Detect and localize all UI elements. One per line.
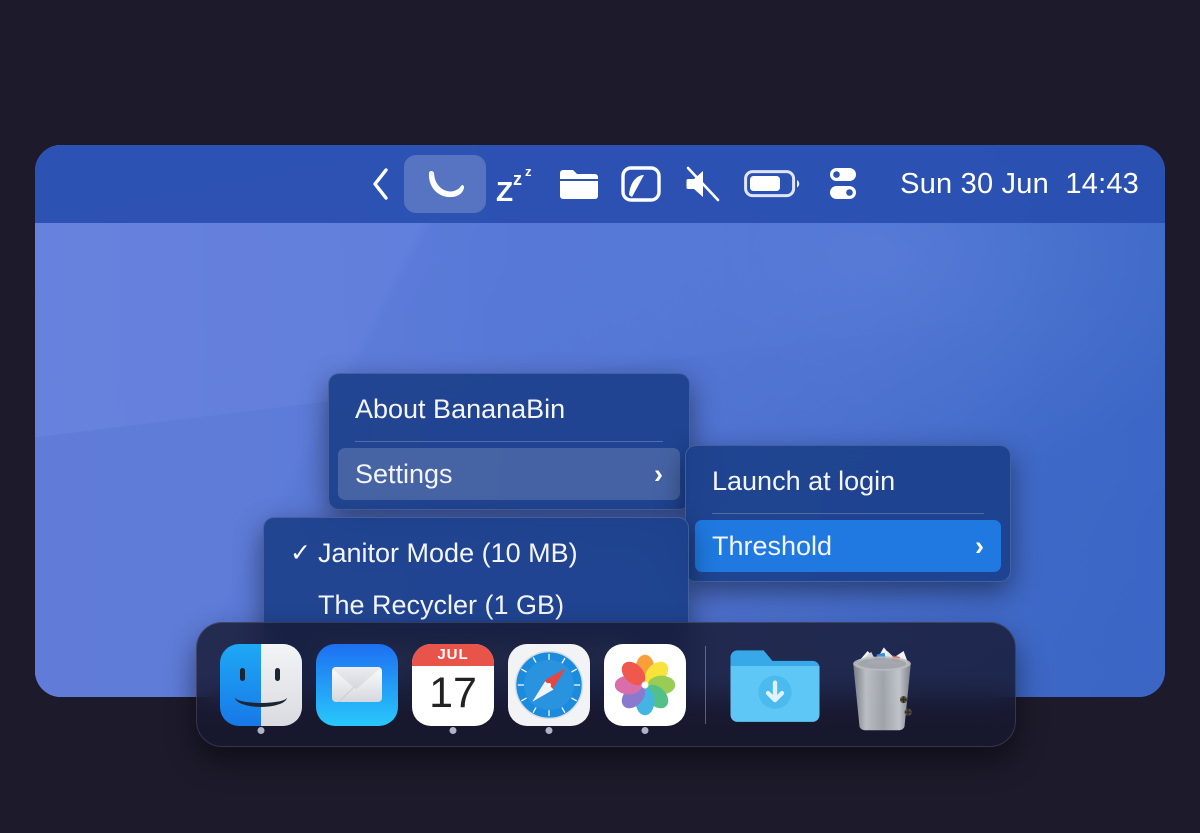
folder-icon[interactable] [548, 153, 610, 215]
dock-item-mail[interactable] [309, 623, 405, 746]
menu-item-launch-at-login[interactable]: Launch at login [695, 455, 1001, 507]
checkmark-icon-placeholder: ✓ [290, 590, 318, 620]
checkmark-icon: ✓ [290, 538, 318, 568]
settings-submenu: Launch at login Threshold › [685, 445, 1011, 582]
screen: Z z z [0, 0, 1200, 833]
dock: JUL 17 [196, 622, 1016, 747]
menu-bar-clock[interactable]: Sun 30 Jun 14:43 [900, 168, 1139, 201]
menu-item-the-recycler-label: The Recycler (1 GB) [318, 590, 662, 621]
calendar-month: JUL [412, 644, 494, 667]
speaker-mute-icon[interactable] [672, 153, 734, 215]
calendar-icon: JUL 17 [412, 644, 494, 726]
menu-bar-status-items: Z z z [358, 153, 874, 215]
dock-item-photos[interactable] [597, 623, 693, 746]
dock-item-safari[interactable] [501, 623, 597, 746]
menu-item-threshold-label: Threshold [712, 531, 953, 562]
trash-icon [837, 639, 923, 731]
screen-mirroring-icon[interactable] [610, 153, 672, 215]
running-indicator-dot [258, 727, 265, 734]
chevron-left-icon[interactable] [358, 153, 404, 215]
menu-item-janitor-mode[interactable]: ✓ Janitor Mode (10 MB) [273, 527, 679, 579]
battery-icon[interactable] [734, 153, 812, 215]
chevron-right-icon: › [975, 531, 984, 562]
svg-text:z: z [513, 169, 522, 189]
mail-icon [316, 644, 398, 726]
safari-icon [508, 644, 590, 726]
calendar-day: 17 [412, 666, 494, 725]
menu-item-settings-label: Settings [355, 459, 632, 490]
dock-item-downloads[interactable] [718, 623, 828, 746]
dock-item-trash[interactable] [828, 623, 932, 746]
menu-item-about[interactable]: About BananaBin [338, 383, 680, 435]
svg-text:z: z [525, 164, 532, 179]
control-center-icon[interactable] [812, 153, 874, 215]
menu-separator [355, 441, 663, 442]
svg-text:Z: Z [496, 176, 513, 205]
banana-icon[interactable] [404, 155, 486, 213]
menu-item-launch-at-login-label: Launch at login [712, 466, 984, 497]
menu-item-settings[interactable]: Settings › [338, 448, 680, 500]
dock-item-calendar[interactable]: JUL 17 [405, 623, 501, 746]
dock-item-finder[interactable] [213, 623, 309, 746]
running-indicator-dot [546, 727, 553, 734]
menu-item-about-label: About BananaBin [355, 394, 663, 425]
photos-icon [604, 644, 686, 726]
menu-bar: Z z z [35, 145, 1165, 223]
desktop-window: Z z z [35, 145, 1165, 697]
chevron-right-icon: › [654, 459, 663, 490]
sleep-zzz-icon[interactable]: Z z z [486, 153, 548, 215]
running-indicator-dot [450, 727, 457, 734]
bananabin-main-menu: About BananaBin Settings › [328, 373, 690, 510]
downloads-folder-icon [727, 644, 819, 726]
menu-item-threshold[interactable]: Threshold › [695, 520, 1001, 572]
menu-item-janitor-mode-label: Janitor Mode (10 MB) [318, 538, 662, 569]
dock-separator [705, 646, 706, 724]
menu-separator [712, 513, 984, 514]
finder-icon [220, 644, 302, 726]
running-indicator-dot [642, 727, 649, 734]
